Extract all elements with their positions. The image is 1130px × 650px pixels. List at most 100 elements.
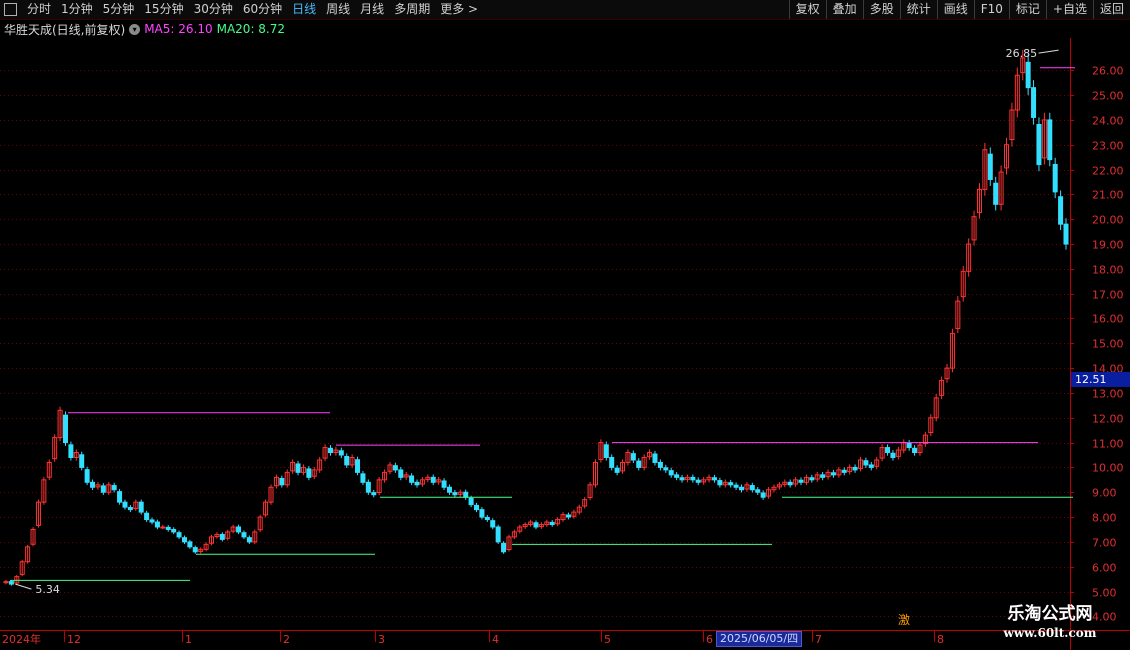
candle-body — [149, 519, 155, 523]
candle-body — [1031, 87, 1037, 118]
candle-body — [830, 472, 836, 476]
candle-body — [365, 481, 371, 493]
candle-body — [668, 470, 674, 476]
candle-body — [679, 477, 685, 481]
add-watchlist-button[interactable]: +自选 — [1045, 0, 1093, 19]
candle-body — [614, 467, 620, 473]
back-button[interactable]: 返回 — [1092, 0, 1130, 19]
window-box-icon[interactable] — [4, 3, 17, 16]
multi-stock-button[interactable]: 多股 — [862, 0, 900, 19]
candle-body — [987, 153, 993, 180]
candle-body — [657, 461, 663, 468]
marker-icon: 激 — [898, 613, 910, 627]
current-price-tag: 12.51 — [1071, 372, 1130, 387]
candle-body — [852, 466, 858, 471]
candle-body — [117, 491, 123, 503]
candle-body — [236, 526, 242, 533]
dropdown-circle-icon[interactable]: ▾ — [129, 23, 141, 35]
y-tick-label: 24.00 — [1092, 115, 1124, 128]
candle-body — [181, 537, 187, 543]
candle-body — [565, 514, 571, 518]
candle-body — [463, 491, 469, 498]
candle-body — [809, 477, 815, 481]
candle-body — [127, 507, 133, 511]
period-weekly[interactable]: 周线 — [321, 0, 355, 19]
candle-body — [549, 521, 555, 526]
statistics-button[interactable]: 统计 — [899, 0, 937, 19]
low-label: 5.34 — [35, 583, 60, 596]
candle-body — [841, 469, 847, 473]
logo-url: www.60lt.com — [1003, 626, 1097, 640]
candle-body — [755, 489, 761, 493]
y-tick-label: 12.00 — [1092, 413, 1124, 426]
period-monthly[interactable]: 月线 — [355, 0, 389, 19]
candle-body — [327, 447, 333, 454]
period-5min[interactable]: 5分钟 — [98, 0, 140, 19]
y-tick-label: 26.00 — [1092, 65, 1124, 78]
y-tick-label: 19.00 — [1092, 239, 1124, 252]
candle-body — [787, 481, 793, 486]
period-multi[interactable]: 多周期 — [389, 0, 435, 19]
candle-body — [863, 460, 869, 466]
action-bar: 复权 叠加 多股 统计 画线 F10 标记 +自选 返回 — [788, 0, 1130, 19]
candle-body — [360, 473, 366, 483]
candle-body — [414, 481, 420, 486]
kline-chart[interactable]: 4.005.006.007.008.009.0010.0011.0012.001… — [0, 38, 1130, 650]
draw-line-button[interactable]: 画线 — [936, 0, 974, 19]
y-tick-label: 23.00 — [1092, 140, 1124, 153]
candle-body — [1047, 119, 1053, 161]
restore-rights-button[interactable]: 复权 — [788, 0, 826, 19]
candle-body — [490, 520, 496, 528]
candle-body — [90, 481, 96, 488]
top-toolbar: 分时 1分钟 5分钟 15分钟 30分钟 60分钟 日线 周线 月线 多周期 更… — [0, 0, 1130, 20]
candle-body — [739, 486, 745, 491]
candle-body — [690, 476, 696, 481]
candle-body — [154, 521, 160, 528]
candle-body — [760, 492, 766, 498]
overlay-button[interactable]: 叠加 — [825, 0, 863, 19]
period-30min[interactable]: 30分钟 — [189, 0, 238, 19]
candle-body — [446, 486, 452, 493]
candle-body — [279, 477, 285, 486]
candle-body — [84, 469, 90, 483]
more-label: 更多 — [440, 2, 465, 16]
y-tick-label: 21.00 — [1092, 189, 1124, 202]
x-tick-label: 7 — [815, 633, 822, 646]
y-tick-label: 18.00 — [1092, 264, 1124, 277]
candle-body — [868, 464, 874, 468]
candle-body — [62, 414, 68, 444]
candle-body — [1063, 223, 1069, 245]
low-arrow — [15, 583, 32, 590]
y-tick-label: 20.00 — [1092, 214, 1124, 227]
period-1min[interactable]: 1分钟 — [56, 0, 98, 19]
period-daily[interactable]: 日线 — [287, 0, 321, 19]
high-arrow — [1038, 49, 1059, 54]
candle-body — [674, 474, 680, 478]
candle-body — [479, 509, 485, 518]
period-60min[interactable]: 60分钟 — [238, 0, 287, 19]
candle-body — [344, 455, 350, 466]
candle-body — [474, 504, 480, 511]
candle-body — [398, 469, 404, 478]
x-tick-label: 6 — [706, 633, 713, 646]
logo-text: 乐淘公式网 — [1007, 604, 1093, 624]
candle-body — [533, 522, 539, 528]
y-tick-label: 25.00 — [1092, 90, 1124, 103]
f10-button[interactable]: F10 — [973, 0, 1009, 19]
period-15min[interactable]: 15分钟 — [139, 0, 188, 19]
candle-body — [695, 479, 701, 483]
candle-body — [1052, 163, 1058, 193]
candle-body — [993, 182, 999, 205]
candle-body — [306, 468, 312, 478]
period-more[interactable]: 更多 > — [435, 0, 483, 19]
candle-body — [663, 467, 669, 471]
x-tick-label: 2024年 — [2, 632, 41, 646]
period-intraday[interactable]: 分时 — [22, 0, 56, 19]
candle-body — [187, 541, 193, 548]
candle-body — [68, 444, 74, 458]
candle-body — [798, 479, 804, 483]
candle-body — [885, 447, 891, 454]
mark-button[interactable]: 标记 — [1008, 0, 1046, 19]
candle-body — [1058, 196, 1064, 225]
candle-body — [603, 444, 609, 458]
